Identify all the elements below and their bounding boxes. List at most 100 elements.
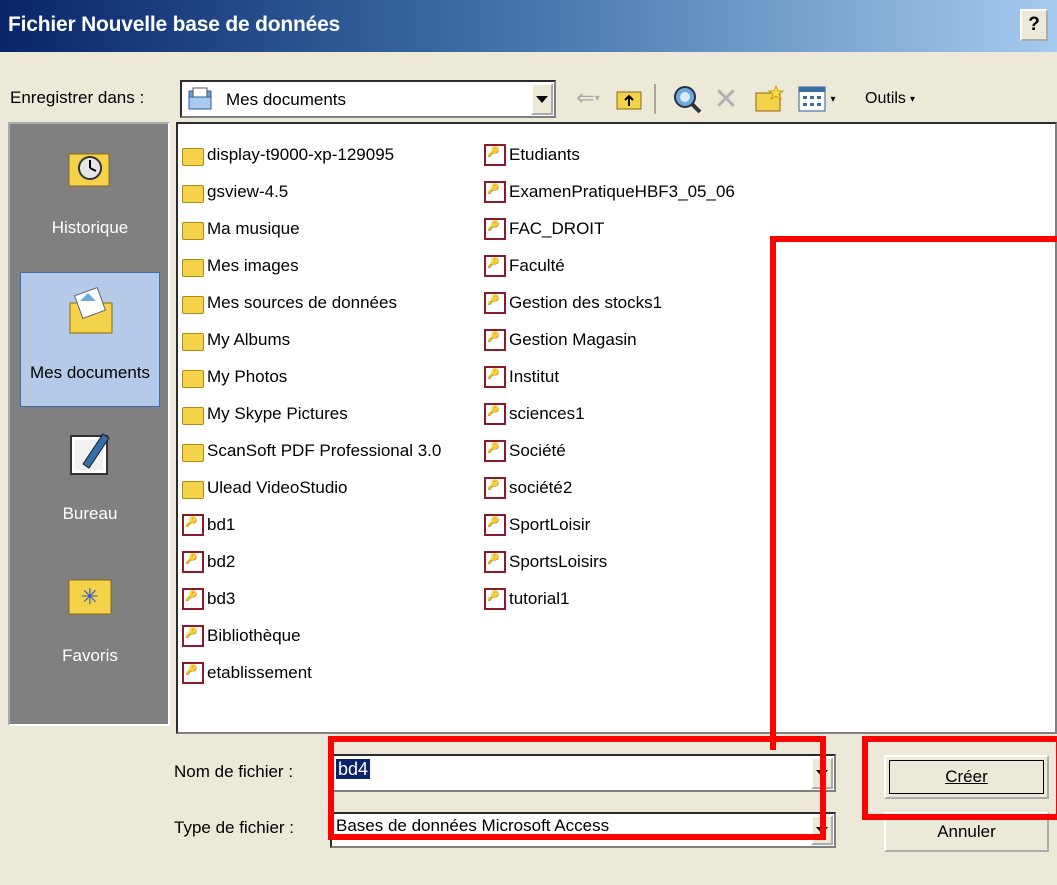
file-name: sciences1 xyxy=(509,403,585,423)
filetype-label: Type de fichier : xyxy=(174,818,295,837)
favorites-icon: ✳ xyxy=(65,570,115,620)
file-name: Ma musique xyxy=(207,218,300,238)
folder-item[interactable]: gsview-4.5 xyxy=(182,173,441,210)
file-name: Etudiants xyxy=(509,144,580,164)
chevron-down-icon[interactable] xyxy=(531,83,553,115)
folder-item[interactable]: ScanSoft PDF Professional 3.0 xyxy=(182,432,441,469)
access-db-icon xyxy=(484,476,506,499)
filename-input[interactable]: bd4 xyxy=(330,754,836,792)
access-db-icon xyxy=(484,365,506,388)
folder-item[interactable]: My Skype Pictures xyxy=(182,395,441,432)
history-icon xyxy=(65,142,115,192)
file-item[interactable]: tutorial1 xyxy=(484,580,735,617)
places-bar: Historique Mes documents Bureau ✳ Favori… xyxy=(8,122,170,726)
my-documents-icon xyxy=(66,286,116,337)
search-web-icon[interactable] xyxy=(670,82,704,116)
file-item[interactable]: Gestion des stocks1 xyxy=(484,284,735,321)
file-item[interactable]: etablissement xyxy=(182,654,441,691)
file-item[interactable]: bd3 xyxy=(182,580,441,617)
back-icon[interactable]: ⇐ ▾ xyxy=(568,82,608,114)
folder-icon xyxy=(182,443,204,462)
access-db-icon xyxy=(484,217,506,240)
file-list[interactable]: display-t9000-xp-129095 gsview-4.5 Ma musi… xyxy=(176,122,1057,734)
place-history[interactable]: Historique xyxy=(20,128,160,263)
folder-icon xyxy=(182,221,204,240)
tools-menu[interactable]: Outils ▾ xyxy=(850,84,930,114)
file-item[interactable]: bd1 xyxy=(182,506,441,543)
access-db-icon xyxy=(484,143,506,166)
place-favorites[interactable]: ✳ Favoris xyxy=(20,556,160,691)
delete-icon[interactable]: ✕ xyxy=(710,82,742,116)
folder-icon xyxy=(182,147,204,166)
file-item[interactable]: sciences1 xyxy=(484,395,735,432)
access-db-icon xyxy=(484,439,506,462)
file-name: société2 xyxy=(509,477,573,497)
file-name: Mes images xyxy=(207,255,299,275)
folder-item[interactable]: Ulead VideoStudio xyxy=(182,469,441,506)
filetype-value: Bases de données Microsoft Access xyxy=(336,816,610,835)
file-item[interactable]: Gestion Magasin xyxy=(484,321,735,358)
file-name: ExamenPratiqueHBF3_05_06 xyxy=(509,181,735,201)
file-item[interactable]: Société xyxy=(484,432,735,469)
file-name: Faculté xyxy=(509,255,565,275)
new-folder-icon[interactable] xyxy=(752,82,786,116)
title-bar: Fichier Nouvelle base de données ? xyxy=(0,0,1057,52)
file-name: etablissement xyxy=(207,662,312,682)
desktop-icon xyxy=(65,428,115,478)
file-item[interactable]: SportLoisir xyxy=(484,506,735,543)
folder-icon xyxy=(182,406,204,425)
help-button[interactable]: ? xyxy=(1020,9,1048,41)
file-name: ScanSoft PDF Professional 3.0 xyxy=(207,440,442,460)
folder-docs-icon xyxy=(188,87,214,111)
place-desktop[interactable]: Bureau xyxy=(20,414,160,549)
chevron-down-icon[interactable] xyxy=(811,757,833,789)
cancel-label: Annuler xyxy=(937,822,996,841)
file-name: Institut xyxy=(509,366,560,386)
file-item[interactable]: bd2 xyxy=(182,543,441,580)
access-db-icon xyxy=(484,291,506,314)
place-my-documents[interactable]: Mes documents xyxy=(20,272,160,407)
file-name: SportsLoisirs xyxy=(509,551,608,571)
folder-icon xyxy=(182,480,204,499)
file-name: Ulead VideoStudio xyxy=(207,477,348,497)
file-item[interactable]: ExamenPratiqueHBF3_05_06 xyxy=(484,173,735,210)
folder-item[interactable]: display-t9000-xp-129095 xyxy=(182,136,441,173)
folder-item[interactable]: My Photos xyxy=(182,358,441,395)
chevron-down-icon[interactable] xyxy=(811,815,833,845)
create-label: Créer xyxy=(945,767,988,786)
folder-icon xyxy=(182,258,204,277)
filename-value: bd4 xyxy=(336,759,371,779)
file-name: My Photos xyxy=(207,366,288,386)
folder-item[interactable]: My Albums xyxy=(182,321,441,358)
file-item[interactable]: FAC_DROIT xyxy=(484,210,735,247)
access-db-icon xyxy=(182,513,204,536)
file-item[interactable]: Institut xyxy=(484,358,735,395)
access-db-icon xyxy=(484,254,506,277)
file-name: display-t9000-xp-129095 xyxy=(207,144,395,164)
cancel-button[interactable]: Annuler xyxy=(884,812,1049,852)
up-folder-icon[interactable] xyxy=(614,84,644,114)
file-item[interactable]: Etudiants xyxy=(484,136,735,173)
folder-icon xyxy=(182,332,204,351)
folder-item[interactable]: Ma musique xyxy=(182,210,441,247)
file-name: bd2 xyxy=(207,551,236,571)
access-db-icon xyxy=(182,587,204,610)
filetype-select[interactable]: Bases de données Microsoft Access xyxy=(330,812,836,848)
save-in-value: Mes documents xyxy=(226,90,346,109)
file-column-1: display-t9000-xp-129095 gsview-4.5 Ma musi… xyxy=(182,136,441,691)
file-item[interactable]: société2 xyxy=(484,469,735,506)
create-button[interactable]: Créer xyxy=(884,755,1049,799)
views-icon[interactable]: ▾ xyxy=(792,82,842,116)
access-db-icon xyxy=(484,402,506,425)
file-name: My Albums xyxy=(207,329,291,349)
file-name: Bibliothèque xyxy=(207,625,301,645)
folder-item[interactable]: Mes images xyxy=(182,247,441,284)
file-item[interactable]: SportsLoisirs xyxy=(484,543,735,580)
save-in-select[interactable]: Mes documents xyxy=(180,80,556,118)
filename-label: Nom de fichier : xyxy=(174,762,294,781)
folder-item[interactable]: Mes sources de données xyxy=(182,284,441,321)
file-item[interactable]: Faculté xyxy=(484,247,735,284)
folder-icon xyxy=(182,369,204,388)
place-label: Historique xyxy=(51,218,129,237)
file-item[interactable]: Bibliothèque xyxy=(182,617,441,654)
